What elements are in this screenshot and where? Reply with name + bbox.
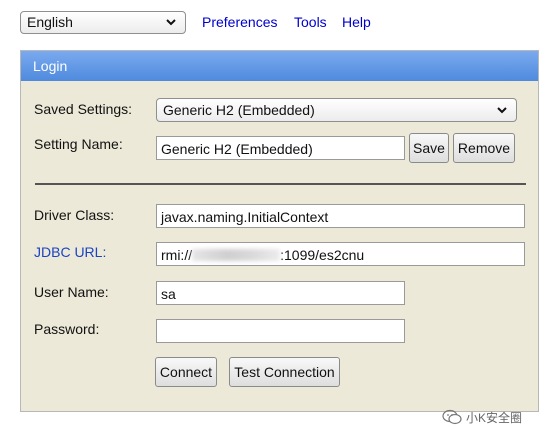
- saved-settings-select[interactable]: Generic H2 (Embedded): [156, 98, 517, 122]
- save-button-label: Save: [413, 140, 445, 156]
- login-panel-header: Login: [21, 51, 538, 81]
- remove-button[interactable]: Remove: [453, 133, 515, 163]
- help-link[interactable]: Help: [342, 14, 371, 30]
- password-input[interactable]: [156, 319, 405, 343]
- connect-button[interactable]: Connect: [155, 357, 217, 387]
- connect-button-label: Connect: [159, 364, 213, 380]
- jdbc-url-input[interactable]: rmi:// :1099/es2cnu: [156, 242, 525, 266]
- setting-name-value: Generic H2 (Embedded): [161, 141, 313, 157]
- saved-settings-value: Generic H2 (Embedded): [163, 102, 315, 118]
- saved-settings-label: Saved Settings:: [34, 101, 133, 117]
- test-connection-button-label: Test Connection: [234, 364, 335, 380]
- redacted-host: [192, 249, 281, 261]
- remove-button-label: Remove: [457, 140, 511, 156]
- login-title: Login: [33, 58, 68, 74]
- test-connection-button[interactable]: Test Connection: [229, 357, 340, 387]
- user-name-input[interactable]: sa: [156, 281, 405, 305]
- setting-name-input[interactable]: Generic H2 (Embedded): [156, 136, 405, 160]
- driver-class-input[interactable]: javax.naming.InitialContext: [156, 204, 525, 228]
- wechat-icon: [442, 409, 462, 425]
- user-name-label: User Name:: [34, 284, 109, 300]
- driver-class-value: javax.naming.InitialContext: [161, 209, 329, 225]
- tools-link[interactable]: Tools: [294, 14, 327, 30]
- chevron-down-icon: [166, 19, 176, 26]
- login-panel: Login Saved Settings: Generic H2 (Embedd…: [20, 50, 539, 412]
- watermark: 小K安全圈: [442, 406, 522, 428]
- preferences-link[interactable]: Preferences: [202, 14, 277, 30]
- divider: [35, 183, 526, 185]
- chevron-down-icon: [497, 107, 507, 114]
- setting-name-label: Setting Name:: [34, 136, 123, 152]
- watermark-text: 小K安全圈: [466, 410, 523, 425]
- save-button[interactable]: Save: [409, 133, 449, 163]
- driver-class-label: Driver Class:: [34, 207, 115, 223]
- jdbc-url-link[interactable]: JDBC URL:: [34, 244, 106, 260]
- jdbc-url-prefix: rmi://: [161, 247, 193, 263]
- jdbc-url-suffix: :1099/es2cnu: [280, 247, 365, 263]
- language-select[interactable]: English: [20, 11, 186, 34]
- user-name-value: sa: [161, 286, 176, 302]
- password-label: Password:: [34, 321, 100, 337]
- language-select-value: English: [27, 14, 73, 30]
